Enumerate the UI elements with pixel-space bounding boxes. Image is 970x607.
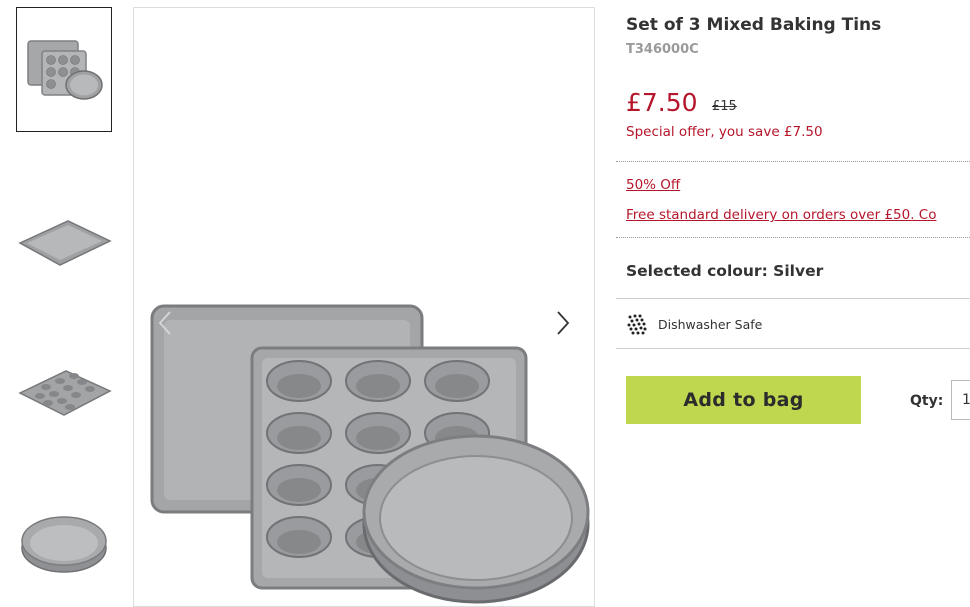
thumbnail-set-image (27, 39, 103, 100)
saving-text: Special offer, you save £7.50 (626, 124, 823, 140)
thumbnail-muffin-image (18, 369, 112, 416)
thumbnail-baking-tin-set[interactable] (16, 7, 112, 132)
add-to-bag-button[interactable]: Add to bag (626, 376, 861, 424)
quantity-input[interactable] (951, 380, 970, 420)
dishwasher-icon (627, 314, 647, 335)
chevron-right-icon (557, 311, 570, 335)
selected-colour: Selected colour: Silver (626, 262, 824, 280)
baking-tins-illustration (150, 304, 590, 604)
divider (616, 161, 970, 162)
was-price: £15 (712, 99, 737, 114)
divider (616, 348, 970, 349)
promo-link-50-off[interactable]: 50% Off (626, 177, 680, 193)
product-sku: T346000C (626, 42, 699, 57)
divider (616, 298, 970, 299)
thumbnail-round-cake-tin[interactable] (16, 480, 112, 605)
divider (616, 237, 970, 238)
thumbnail-baking-tray[interactable] (16, 180, 112, 305)
promo-link-free-delivery[interactable]: Free standard delivery on orders over £5… (626, 207, 936, 223)
thumbnail-muffin-tray[interactable] (16, 330, 112, 455)
quantity-label: Qty: (910, 393, 944, 409)
chevron-left-icon (158, 311, 171, 335)
current-price: £7.50 (626, 88, 698, 117)
previous-image-button[interactable] (154, 308, 176, 338)
thumbnail-tray-image (18, 219, 112, 266)
product-title: Set of 3 Mixed Baking Tins (626, 15, 882, 35)
next-image-button[interactable] (552, 308, 574, 338)
thumbnail-round-tin-image (21, 515, 107, 573)
feature-dishwasher-safe: Dishwasher Safe (626, 313, 762, 335)
feature-label: Dishwasher Safe (658, 316, 763, 332)
main-product-image (133, 7, 595, 607)
